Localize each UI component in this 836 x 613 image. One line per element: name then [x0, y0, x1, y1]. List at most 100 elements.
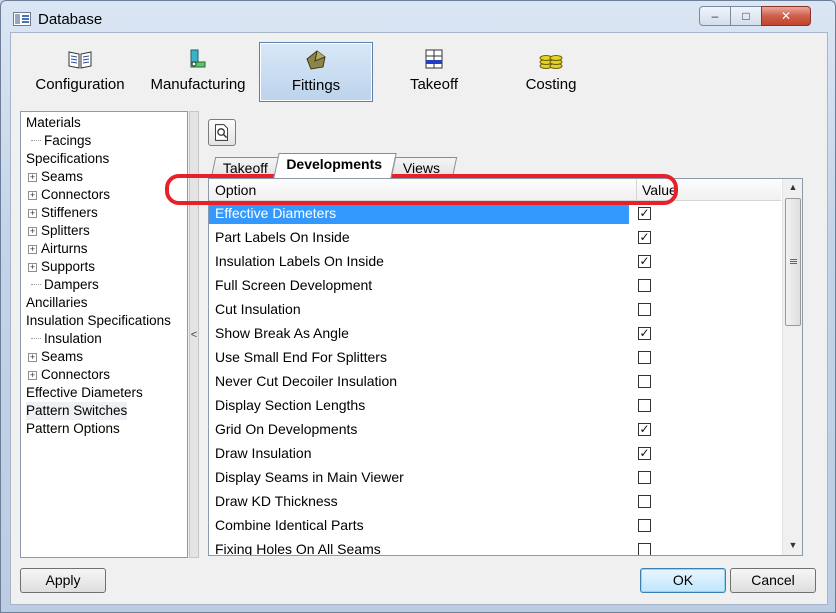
tree-connector	[31, 284, 41, 285]
value-checkbox[interactable]: ✓	[638, 447, 651, 460]
expand-plus-icon[interactable]: +	[28, 191, 37, 200]
tree-item[interactable]: Insulation Specifications	[26, 312, 171, 330]
ok-button[interactable]: OK	[640, 568, 726, 593]
table-row[interactable]: Display Section Lengths	[209, 393, 781, 417]
value-checkbox[interactable]	[638, 519, 651, 532]
expand-plus-icon[interactable]: +	[28, 173, 37, 182]
takeoff-button[interactable]: Takeoff	[379, 42, 489, 102]
table-row[interactable]: Draw Insulation ✓	[209, 441, 781, 465]
minimize-button[interactable]: –	[699, 6, 731, 26]
collapse-pane-splitter[interactable]: <	[189, 111, 199, 558]
tree-item[interactable]: + Supports	[28, 258, 95, 276]
option-label: Grid On Developments	[215, 421, 358, 437]
tree-item[interactable]: Effective Diameters	[26, 384, 143, 402]
value-checkbox[interactable]: ✓	[638, 327, 651, 340]
column-divider[interactable]	[636, 179, 637, 201]
tree-item[interactable]: Insulation	[28, 330, 102, 348]
scroll-down-arrow-icon[interactable]: ▼	[783, 537, 802, 554]
expand-plus-icon[interactable]: +	[28, 353, 37, 362]
expand-plus-icon[interactable]: +	[28, 371, 37, 380]
tree-connector	[31, 338, 41, 339]
value-checkbox[interactable]	[638, 543, 651, 555]
tree-item[interactable]: + Splitters	[28, 222, 90, 240]
tab-views[interactable]: Views	[390, 157, 458, 178]
tree-item-label: Seams	[41, 169, 84, 184]
tree-item[interactable]: + Connectors	[28, 366, 110, 384]
value-column-header[interactable]: Value	[642, 182, 677, 198]
tree-item-label: Pattern Switches	[26, 403, 128, 418]
expand-plus-icon[interactable]: +	[28, 263, 37, 272]
database-window: Database – □ ✕ Configuration Manufacturi…	[0, 0, 836, 613]
value-checkbox[interactable]	[638, 471, 651, 484]
option-label: Display Section Lengths	[215, 397, 366, 413]
tree-item[interactable]: + Connectors	[28, 186, 110, 204]
table-row[interactable]: Draw KD Thickness	[209, 489, 781, 513]
scroll-thumb[interactable]	[785, 198, 801, 326]
dialog-client-area: Configuration Manufacturing Fittings Tak…	[10, 32, 828, 605]
options-grid: Option Value Effective Diameters ✓ Part La…	[208, 178, 803, 556]
expand-plus-icon[interactable]: +	[28, 245, 37, 254]
manufacturing-icon	[190, 49, 206, 68]
value-checkbox[interactable]	[638, 495, 651, 508]
value-checkbox[interactable]: ✓	[638, 255, 651, 268]
tab-takeoff[interactable]: Takeoff	[210, 157, 280, 178]
tree-item[interactable]: Facings	[28, 132, 91, 150]
configuration-button[interactable]: Configuration	[25, 42, 135, 102]
value-checkbox[interactable]	[638, 279, 651, 292]
tree-item[interactable]: Pattern Switches	[26, 402, 128, 420]
table-row[interactable]: Part Labels On Inside ✓	[209, 225, 781, 249]
table-row[interactable]: Grid On Developments ✓	[209, 417, 781, 441]
table-row[interactable]: Show Break As Angle ✓	[209, 321, 781, 345]
value-checkbox[interactable]: ✓	[638, 207, 651, 220]
option-label: Effective Diameters	[215, 205, 337, 221]
value-checkbox[interactable]: ✓	[638, 423, 651, 436]
tree-item[interactable]: + Seams	[28, 168, 83, 186]
value-checkbox[interactable]	[638, 375, 651, 388]
option-label: Fixing Holes On All Seams	[215, 541, 381, 556]
category-tree[interactable]: Materials Facings Specifications + Seams + Con…	[20, 111, 188, 558]
preview-button[interactable]	[208, 119, 236, 146]
table-row[interactable]: Display Seams in Main Viewer	[209, 465, 781, 489]
tree-item[interactable]: + Stiffeners	[28, 204, 98, 222]
vertical-scrollbar[interactable]: ▲ ▼	[782, 179, 802, 555]
tree-item[interactable]: Ancillaries	[26, 294, 88, 312]
costing-button[interactable]: Costing	[496, 42, 606, 102]
table-row[interactable]: Combine Identical Parts	[209, 513, 781, 537]
value-checkbox[interactable]	[638, 303, 651, 316]
table-row[interactable]: Effective Diameters ✓	[209, 201, 781, 225]
table-row[interactable]: Never Cut Decoiler Insulation	[209, 369, 781, 393]
book-icon	[68, 51, 92, 69]
expand-plus-icon[interactable]: +	[28, 209, 37, 218]
manufacturing-button[interactable]: Manufacturing	[143, 42, 253, 102]
scroll-up-arrow-icon[interactable]: ▲	[783, 179, 802, 196]
apply-button[interactable]: Apply	[20, 568, 106, 593]
table-row[interactable]: Insulation Labels On Inside ✓	[209, 249, 781, 273]
tree-item-label: Materials	[26, 115, 81, 130]
option-label: Part Labels On Inside	[215, 229, 350, 245]
fittings-button[interactable]: Fittings	[259, 42, 373, 102]
close-button[interactable]: ✕	[761, 6, 811, 26]
maximize-button[interactable]: □	[730, 6, 762, 26]
tree-item[interactable]: Specifications	[26, 150, 109, 168]
option-label: Never Cut Decoiler Insulation	[215, 373, 398, 389]
tab-label: Takeoff	[222, 160, 268, 176]
tree-item[interactable]: Pattern Options	[26, 420, 120, 438]
table-row[interactable]: Cut Insulation	[209, 297, 781, 321]
tab-developments[interactable]: Developments	[273, 153, 397, 178]
expand-plus-icon[interactable]: +	[28, 227, 37, 236]
tree-item[interactable]: + Seams	[28, 348, 83, 366]
value-checkbox[interactable]	[638, 351, 651, 364]
cancel-button[interactable]: Cancel	[730, 568, 816, 593]
option-column-header[interactable]: Option	[215, 182, 256, 198]
table-row[interactable]: Fixing Holes On All Seams	[209, 537, 781, 556]
table-row[interactable]: Use Small End For Splitters	[209, 345, 781, 369]
value-checkbox[interactable]	[638, 399, 651, 412]
tree-item[interactable]: + Airturns	[28, 240, 88, 258]
value-checkbox[interactable]: ✓	[638, 231, 651, 244]
table-row[interactable]: Full Screen Development	[209, 273, 781, 297]
option-label: Use Small End For Splitters	[215, 349, 387, 365]
preview-icon	[215, 124, 229, 141]
tree-item[interactable]: Dampers	[28, 276, 99, 294]
fittings-icon	[306, 50, 326, 70]
tree-item[interactable]: Materials	[26, 114, 81, 132]
